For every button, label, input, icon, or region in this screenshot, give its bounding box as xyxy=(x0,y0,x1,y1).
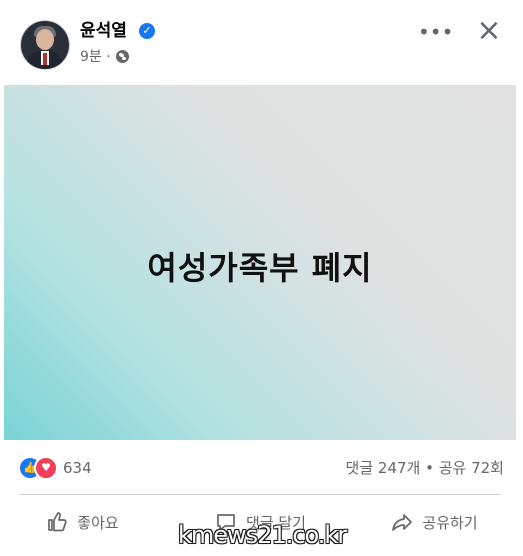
author-avatar[interactable] xyxy=(20,20,70,70)
site-watermark: kmews21.co.kr xyxy=(178,521,347,549)
reaction-count[interactable]: 634 xyxy=(63,458,92,478)
image-headline: 여성가족부 폐지 xyxy=(147,249,373,287)
share-icon xyxy=(392,514,413,531)
post-header: 윤석열 ✓ 9분 · ••• × xyxy=(4,4,516,84)
share-label: 공유하기 xyxy=(422,513,478,532)
author-name[interactable]: 윤석열 xyxy=(80,20,127,42)
post-meta: 9분 · xyxy=(80,48,111,66)
avatar-tie xyxy=(43,53,47,65)
close-icon[interactable]: × xyxy=(474,16,504,46)
love-reaction-icon: ♥ xyxy=(34,456,58,480)
like-button[interactable]: 좋아요 xyxy=(20,500,144,544)
more-icon[interactable]: ••• xyxy=(418,22,453,46)
facebook-post-card: 윤석열 ✓ 9분 · ••• × 여성가족부 폐지 👍 ♥ 634 댓글 247… xyxy=(4,4,516,552)
meta-separator: · xyxy=(106,49,111,65)
post-image[interactable]: 여성가족부 폐지 xyxy=(4,85,516,440)
thumbs-up-icon xyxy=(48,512,67,532)
globe-icon xyxy=(116,50,129,63)
like-label: 좋아요 xyxy=(77,513,119,532)
reaction-icons[interactable]: 👍 ♥ xyxy=(20,456,62,480)
comments-shares[interactable]: 댓글 247개 • 공유 72회 xyxy=(346,458,504,478)
share-button[interactable]: 공유하기 xyxy=(382,500,486,544)
verified-badge-icon: ✓ xyxy=(139,23,155,39)
post-stats: 👍 ♥ 634 댓글 247개 • 공유 72회 xyxy=(4,444,516,494)
actions-divider xyxy=(20,494,500,495)
post-time[interactable]: 9분 xyxy=(80,49,102,65)
avatar-face xyxy=(36,29,54,50)
